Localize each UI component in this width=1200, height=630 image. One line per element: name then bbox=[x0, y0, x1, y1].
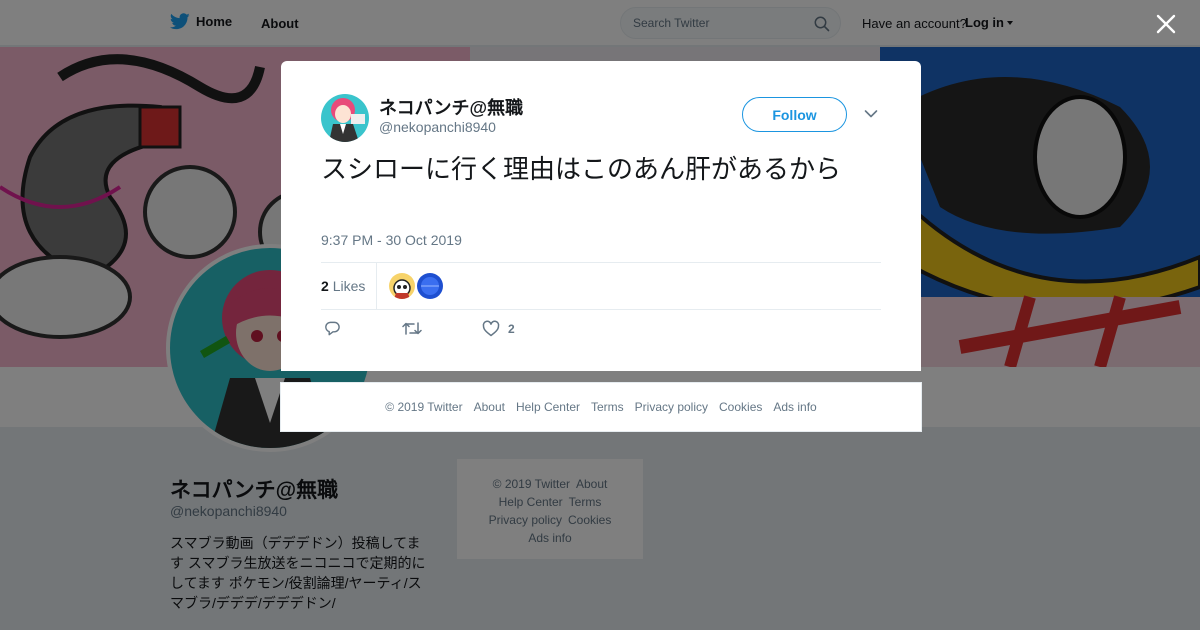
retweet-icon bbox=[402, 322, 422, 335]
reply-icon bbox=[325, 321, 340, 336]
tweet-author-handle[interactable]: @nekopanchi8940 bbox=[379, 119, 496, 135]
tweet-text: スシローに行く理由はこのあん肝があるから bbox=[321, 154, 842, 184]
chevron-down-icon[interactable] bbox=[864, 109, 878, 119]
footer-ads-info[interactable]: Ads info bbox=[773, 400, 816, 414]
tweet-author-name[interactable]: ネコパンチ@無職 bbox=[379, 94, 523, 120]
tweet-actions: 2 bbox=[321, 320, 881, 344]
footer-privacy-policy[interactable]: Privacy policy bbox=[635, 400, 708, 414]
footer-copyright: © 2019 Twitter bbox=[385, 400, 463, 414]
footer-about[interactable]: About bbox=[474, 400, 505, 414]
close-icon[interactable] bbox=[1155, 13, 1177, 35]
footer-cookies[interactable]: Cookies bbox=[719, 400, 762, 414]
liker-avatar[interactable] bbox=[417, 273, 443, 299]
stats-divider bbox=[376, 263, 377, 309]
tweet-stats: 2 Likes bbox=[321, 262, 881, 310]
heart-icon bbox=[482, 320, 500, 337]
tweet-modal: ネコパンチ@無職 @nekopanchi8940 Follow スシローに行く理… bbox=[281, 61, 921, 371]
modal-footer: © 2019 Twitter About Help Center Terms P… bbox=[280, 382, 922, 432]
liker-avatar[interactable] bbox=[389, 273, 415, 299]
follow-button[interactable]: Follow bbox=[742, 97, 847, 132]
liker-avatar-image bbox=[389, 273, 415, 299]
footer-terms[interactable]: Terms bbox=[591, 400, 624, 414]
like-count: 2 bbox=[508, 321, 515, 336]
likes-stat[interactable]: 2 Likes bbox=[321, 278, 365, 294]
reply-button[interactable] bbox=[324, 320, 341, 337]
tweet-timestamp[interactable]: 9:37 PM - 30 Oct 2019 bbox=[321, 232, 462, 248]
retweet-button[interactable] bbox=[402, 320, 422, 337]
likes-count: 2 bbox=[321, 278, 329, 294]
liker-avatar-image bbox=[417, 273, 443, 299]
like-button[interactable]: 2 bbox=[482, 320, 515, 337]
tweet-author-avatar-image bbox=[321, 94, 369, 142]
likes-label: Likes bbox=[332, 278, 366, 294]
footer-help-center[interactable]: Help Center bbox=[516, 400, 580, 414]
tweet-author-avatar[interactable] bbox=[321, 94, 369, 142]
